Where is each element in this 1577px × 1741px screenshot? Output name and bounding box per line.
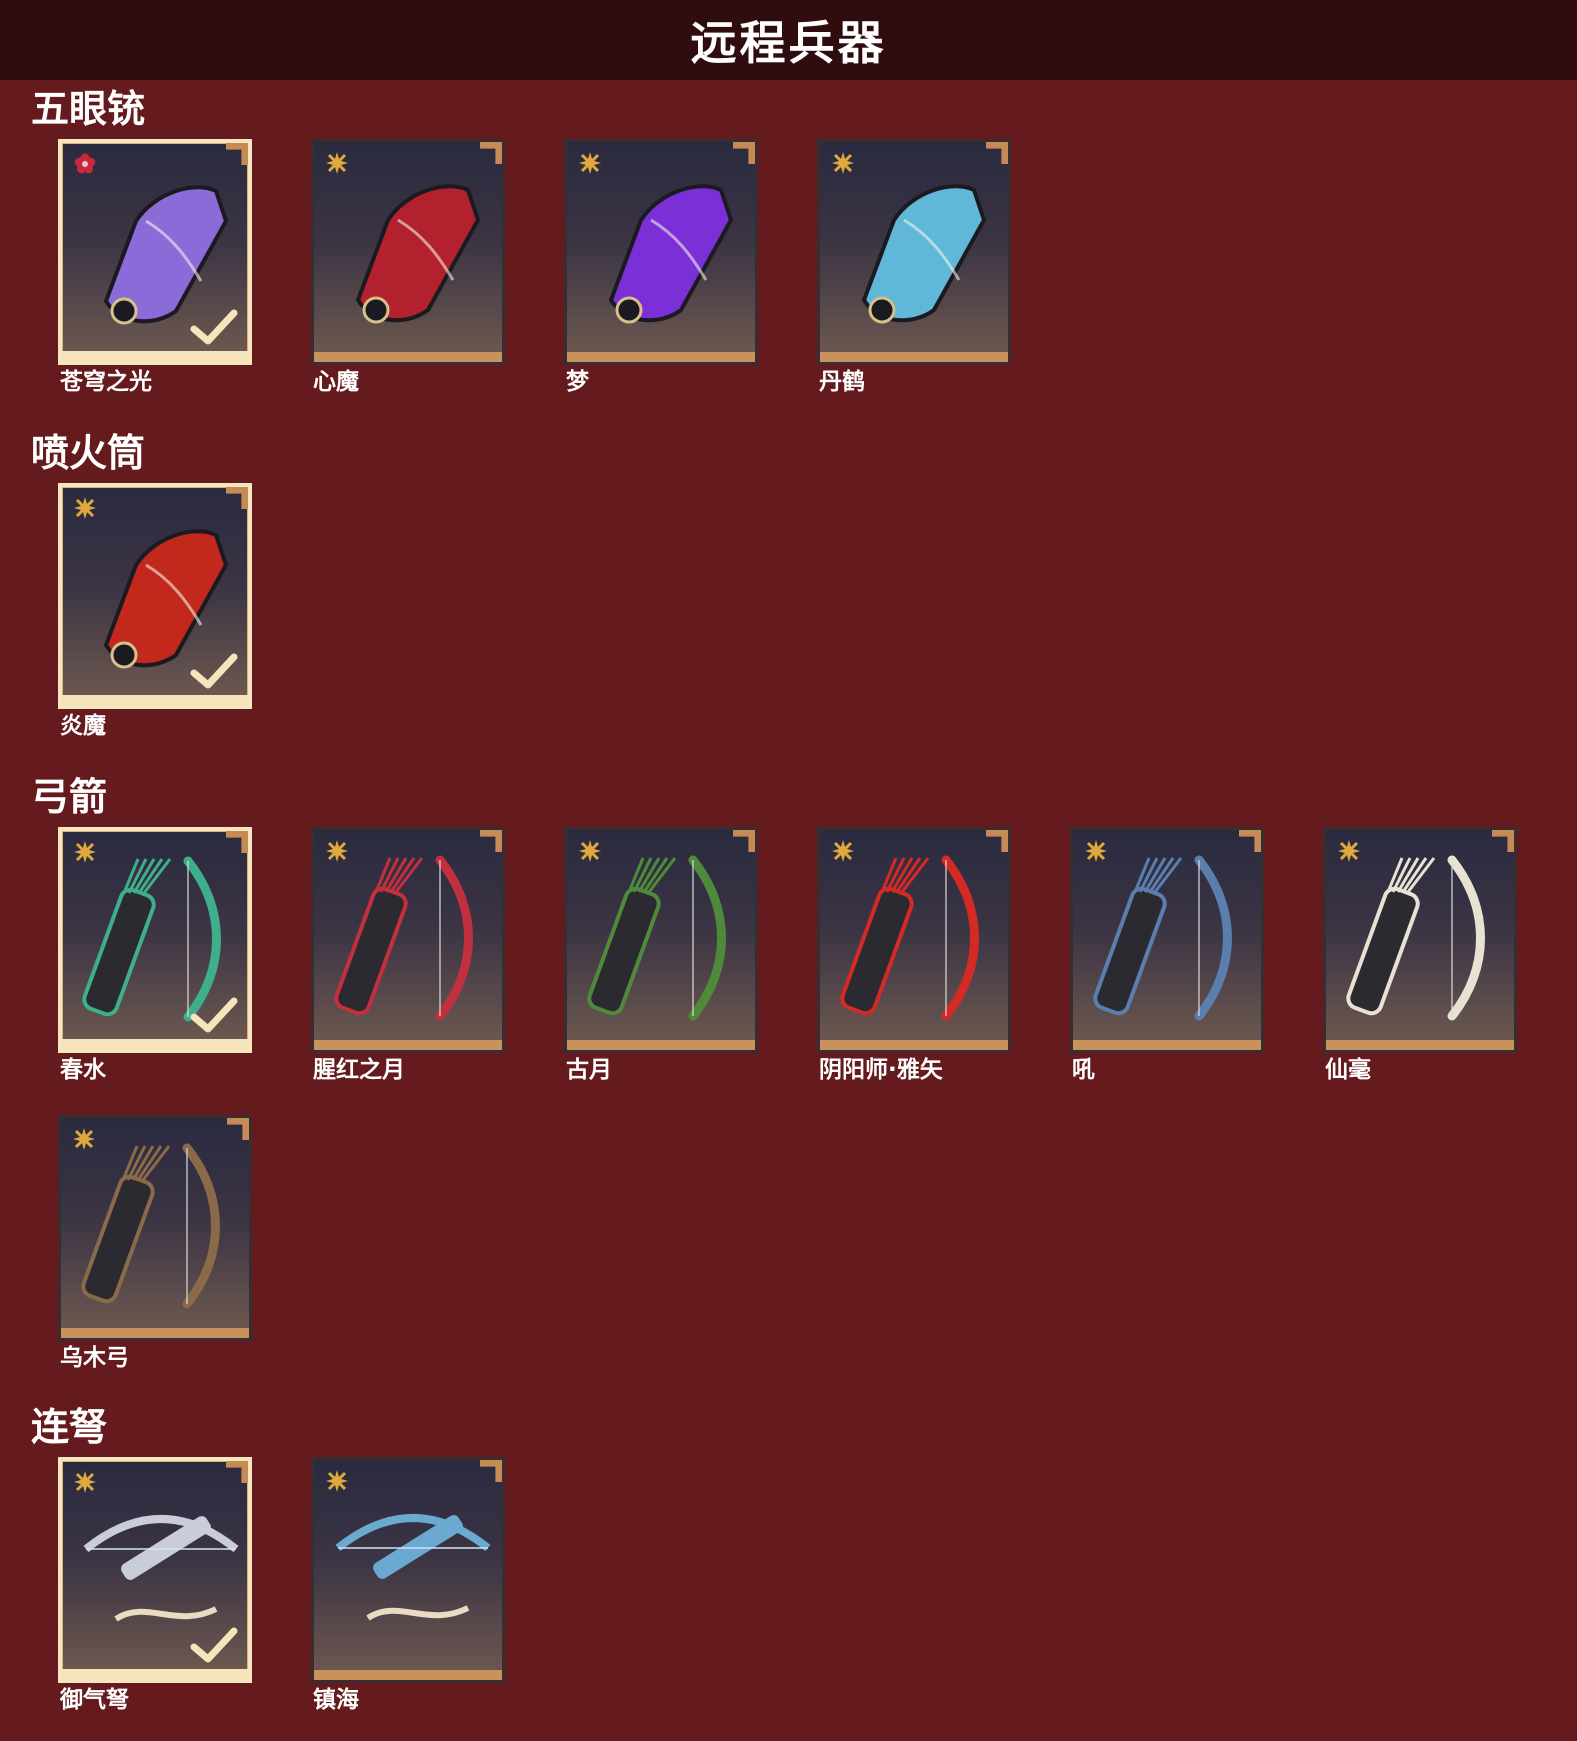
weapon-card[interactable]: 御气弩: [58, 1457, 252, 1713]
weapon-name: 吼: [1072, 1057, 1095, 1083]
tile-bottom-bar: [314, 1040, 502, 1050]
weapon-tile[interactable]: [58, 1115, 252, 1341]
weapon-image: [587, 855, 726, 1021]
weapon-name: 梦: [566, 369, 589, 395]
weapon-card[interactable]: 吼: [1070, 827, 1264, 1083]
weapon-card[interactable]: 苍穹之光: [58, 139, 252, 395]
weapon-tile[interactable]: [817, 139, 1011, 365]
weapon-tile[interactable]: [58, 827, 252, 1053]
section-title: 五眼铳: [31, 87, 146, 131]
weapon-tile[interactable]: [311, 827, 505, 1053]
tile-bottom-bar: [567, 352, 755, 362]
weapon-name: 古月: [566, 1057, 612, 1083]
weapon-image: [861, 184, 987, 324]
weapon-name: 阴阳师·雅矢: [819, 1057, 943, 1083]
tile-bottom-bar: [62, 1039, 248, 1049]
weapon-tile[interactable]: [311, 1457, 505, 1683]
weapon-image: [81, 1143, 220, 1309]
weapon-tile[interactable]: [817, 827, 1011, 1053]
equipped-check-icon: [190, 653, 238, 689]
weapon-image: [335, 1514, 491, 1621]
weapon-card[interactable]: 乌木弓: [58, 1115, 252, 1371]
section-title: 喷火筒: [31, 431, 146, 475]
equipped-check-icon: [190, 309, 238, 345]
tile-bottom-bar: [1326, 1040, 1514, 1050]
tile-bottom-bar: [1073, 1040, 1261, 1050]
page-header: 远程兵器: [0, 0, 1577, 80]
weapon-card[interactable]: 古月: [564, 827, 758, 1083]
weapon-tile[interactable]: [1323, 827, 1517, 1053]
weapon-tile[interactable]: [58, 139, 252, 365]
weapon-card[interactable]: 阴阳师·雅矢: [817, 827, 1011, 1083]
tile-bottom-bar: [567, 1040, 755, 1050]
weapon-card[interactable]: 镇海: [311, 1457, 505, 1713]
weapon-tile[interactable]: [311, 139, 505, 365]
weapon-name: 御气弩: [60, 1687, 129, 1713]
weapon-name: 镇海: [313, 1687, 359, 1713]
weapon-card[interactable]: 心魔: [311, 139, 505, 395]
equipped-check-icon: [190, 1627, 238, 1663]
tile-bottom-bar: [62, 1669, 248, 1679]
tile-bottom-bar: [314, 352, 502, 362]
tile-bottom-bar: [61, 1328, 249, 1338]
weapon-card[interactable]: 腥红之月: [311, 827, 505, 1083]
tile-bottom-bar: [314, 1670, 502, 1680]
page-title: 远程兵器: [690, 16, 887, 70]
weapon-name: 乌木弓: [60, 1345, 129, 1371]
weapon-name: 春水: [60, 1057, 106, 1083]
weapon-name: 仙毫: [1325, 1057, 1371, 1083]
section-title: 连弩: [31, 1405, 108, 1449]
weapon-card[interactable]: 炎魔: [58, 483, 252, 739]
equipped-check-icon: [190, 997, 238, 1033]
weapon-image: [355, 184, 481, 324]
weapon-tile[interactable]: [564, 827, 758, 1053]
weapon-card[interactable]: 梦: [564, 139, 758, 395]
weapon-tile[interactable]: [1070, 827, 1264, 1053]
weapon-name: 丹鹤: [819, 369, 865, 395]
weapon-tile[interactable]: [58, 1457, 252, 1683]
tile-bottom-bar: [820, 1040, 1008, 1050]
weapon-tile[interactable]: [564, 139, 758, 365]
weapon-image: [840, 855, 979, 1021]
weapon-name: 心魔: [313, 369, 359, 395]
weapon-tile[interactable]: [58, 483, 252, 709]
tile-bottom-bar: [820, 352, 1008, 362]
tile-bottom-bar: [62, 351, 248, 361]
weapon-image: [1093, 855, 1232, 1021]
weapon-image: [1346, 855, 1485, 1021]
weapon-card[interactable]: 春水: [58, 827, 252, 1083]
weapon-name: 苍穹之光: [60, 369, 152, 395]
weapon-name: 腥红之月: [313, 1057, 405, 1083]
weapon-image: [334, 855, 473, 1021]
weapon-card[interactable]: 丹鹤: [817, 139, 1011, 395]
weapon-name: 炎魔: [60, 713, 106, 739]
section-title: 弓箭: [31, 775, 108, 819]
weapon-card[interactable]: 仙毫: [1323, 827, 1517, 1083]
weapon-image: [608, 184, 734, 324]
tile-bottom-bar: [62, 695, 248, 705]
